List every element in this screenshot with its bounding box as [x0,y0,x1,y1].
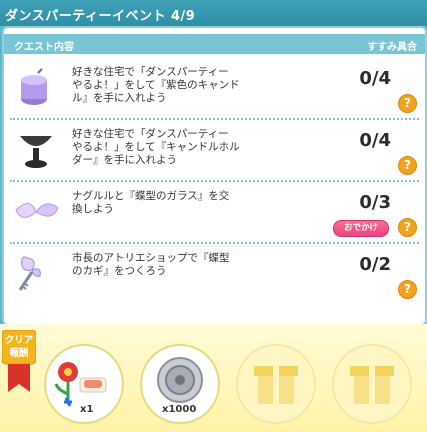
reward-area: クリア 報酬 x1 x1000 [0,324,427,432]
help-icon[interactable]: ? [398,218,417,237]
quest-description: 好きな住宅で「ダンスパーティー やるよ！」をして『キャンドルホル ダー』を手に入れよ… [72,128,240,166]
reward-count: x1000 [162,404,197,415]
quest-column-label: クエスト内容 [14,42,74,53]
gift-box-icon [254,366,298,404]
quest-panel: クエスト内容 すすみ具合 好きな住宅で「ダンスパーティー やるよ！」をして『紫色の… [2,26,427,326]
quest-progress: 0/4 [359,130,391,151]
quest-description: ナグルルと『蝶型のガラス』を交 換しよう [72,190,230,215]
reward-count: x1 [80,404,94,415]
ribbon-label: クリア 報酬 [4,335,34,359]
title-bar: ダンスパーティーイベント 4/9 [0,0,427,26]
go-out-button[interactable]: おでかけ [333,220,389,237]
candle-holder-icon [20,136,52,168]
column-header: クエスト内容 すすみ具合 [4,34,425,54]
help-icon[interactable]: ? [398,156,417,175]
page-title: ダンスパーティーイベント 4/9 [5,9,196,24]
quest-progress: 0/3 [359,192,391,213]
reward-slot-locked[interactable] [236,344,316,424]
quest-description: 好きな住宅で「ダンスパーティー やるよ！」をして『紫色のキャンド ル』を手に入れよう [72,66,240,104]
help-icon[interactable]: ? [398,280,417,299]
gift-box-icon [350,366,394,404]
quest-row: 好きな住宅で「ダンスパーティー やるよ！」をして『紫色のキャンド ル』を手に入れよう… [4,58,425,120]
purple-candle-icon [21,68,47,105]
reward-slot[interactable]: x1000 [140,344,220,424]
help-icon[interactable]: ? [398,94,417,113]
butterfly-glass-icon [15,203,59,218]
quest-row: 市長のアトリエショップで『蝶型 のカギ』をつくろう 0/2 ? [4,244,425,306]
quest-progress: 0/4 [359,68,391,89]
reward-slot[interactable]: x1 [44,344,124,424]
reward-slot-locked[interactable] [332,344,412,424]
progress-column-label: すすみ具合 [367,42,417,53]
quest-description: 市長のアトリエショップで『蝶型 のカギ』をつくろう [72,252,230,277]
quest-row: 好きな住宅で「ダンスパーティー やるよ！」をして『キャンドルホル ダー』を手に入れよ… [4,120,425,182]
quest-row: ナグルルと『蝶型のガラス』を交 換しよう 0/3 おでかけ ? [4,182,425,244]
butterfly-key-icon [18,256,41,291]
quest-progress: 0/2 [359,254,391,275]
